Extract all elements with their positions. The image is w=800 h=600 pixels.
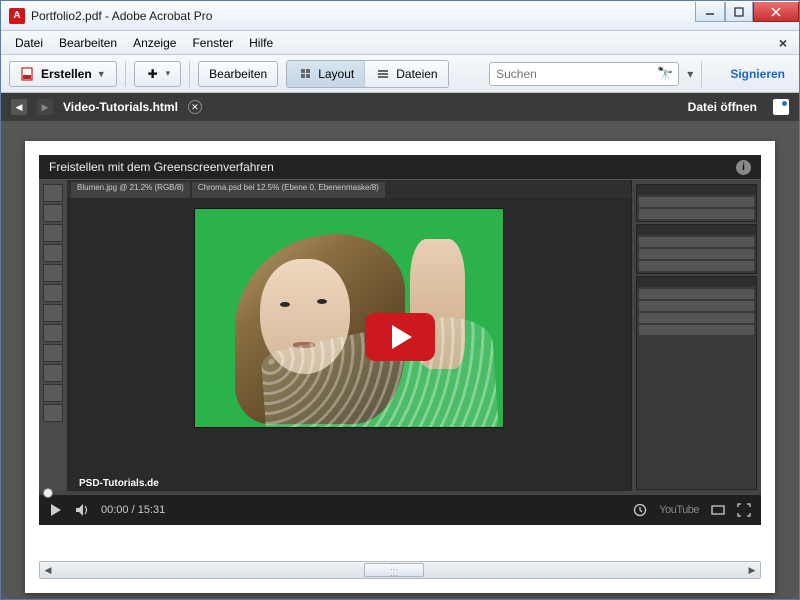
ps-tool-icon bbox=[43, 244, 63, 262]
search-options-caret[interactable]: ▾ bbox=[687, 67, 693, 81]
toolbar: Erstellen ▼ ✚ ▾ Bearbeiten Layout Dateie… bbox=[1, 55, 799, 93]
nav-prev-button[interactable]: ◀ bbox=[11, 99, 27, 115]
ps-tool-icon bbox=[43, 224, 63, 242]
greenscreen-canvas bbox=[194, 208, 504, 428]
window-title: Portfolio2.pdf - Adobe Acrobat Pro bbox=[31, 9, 695, 23]
open-file-icon[interactable] bbox=[773, 99, 789, 115]
content-area: Freistellen mit dem Greenscreenverfahren… bbox=[1, 121, 799, 599]
menubar-close-icon[interactable]: × bbox=[773, 35, 793, 51]
menu-edit[interactable]: Bearbeiten bbox=[51, 33, 125, 53]
close-button[interactable] bbox=[753, 2, 799, 22]
ps-tool-icon bbox=[43, 344, 63, 362]
menu-help[interactable]: Hilfe bbox=[241, 33, 281, 53]
fullscreen-icon[interactable] bbox=[737, 503, 751, 517]
video-watermark: PSD-Tutorials.de bbox=[79, 478, 159, 489]
plus-icon: ✚ bbox=[145, 66, 161, 82]
toolbar-separator bbox=[701, 61, 702, 87]
create-pdf-icon bbox=[20, 66, 36, 82]
menu-window[interactable]: Fenster bbox=[184, 33, 241, 53]
ps-tool-icon bbox=[43, 324, 63, 342]
tab-label[interactable]: Video-Tutorials.html bbox=[63, 100, 178, 114]
caret-down-icon: ▼ bbox=[97, 69, 106, 79]
page-footer bbox=[39, 525, 761, 555]
edit-button[interactable]: Bearbeiten bbox=[198, 61, 278, 87]
play-control-button[interactable] bbox=[49, 503, 63, 517]
ps-doc-tab: Chroma.psd bei 12.5% (Ebene 0, Ebenenmas… bbox=[192, 182, 385, 198]
layout-grid-icon bbox=[297, 66, 313, 82]
ps-panel bbox=[636, 184, 757, 222]
photoshop-main: Blumen.jpg @ 21.2% (RGB/8) Chroma.psd be… bbox=[67, 180, 631, 494]
ps-tool-icon bbox=[43, 184, 63, 202]
video-header: Freistellen mit dem Greenscreenverfahren… bbox=[39, 155, 761, 179]
horizontal-scrollbar[interactable]: ◀ ▶ bbox=[39, 561, 761, 579]
layout-label: Layout bbox=[318, 67, 354, 81]
create-label: Erstellen bbox=[41, 67, 92, 81]
photoshop-panels bbox=[631, 180, 761, 494]
ps-layers-panel bbox=[636, 276, 757, 490]
toolbar-separator bbox=[125, 61, 126, 87]
video-info-icon[interactable]: i bbox=[736, 160, 751, 175]
layout-view-button[interactable]: Layout bbox=[287, 61, 365, 87]
ps-tool-icon bbox=[43, 204, 63, 222]
ps-tool-icon bbox=[43, 264, 63, 282]
menubar: Datei Bearbeiten Anzeige Fenster Hilfe × bbox=[1, 31, 799, 55]
video-controls: 00:00 / 15:31 YouTube bbox=[39, 495, 761, 525]
video-time: 00:00 / 15:31 bbox=[101, 504, 165, 516]
ps-tool-icon bbox=[43, 364, 63, 382]
files-view-button[interactable]: Dateien bbox=[365, 61, 447, 87]
tab-close-icon[interactable]: ✕ bbox=[188, 100, 202, 114]
titlebar: A Portfolio2.pdf - Adobe Acrobat Pro bbox=[1, 1, 799, 31]
ps-tool-icon bbox=[43, 304, 63, 322]
minimize-button[interactable] bbox=[695, 2, 725, 22]
video-progress-track[interactable] bbox=[39, 491, 761, 495]
document-tabbar: ◀ ▶ Video-Tutorials.html ✕ Datei öffnen bbox=[1, 93, 799, 121]
view-mode-group: Layout Dateien bbox=[286, 60, 448, 88]
open-file-button[interactable]: Datei öffnen bbox=[688, 100, 757, 114]
photoshop-doc-tabs: Blumen.jpg @ 21.2% (RGB/8) Chroma.psd be… bbox=[67, 180, 631, 198]
photoshop-toolbar bbox=[39, 180, 67, 494]
menu-file[interactable]: Datei bbox=[7, 33, 51, 53]
menu-view[interactable]: Anzeige bbox=[125, 33, 184, 53]
scroll-thumb[interactable] bbox=[364, 563, 424, 577]
scroll-right-icon[interactable]: ▶ bbox=[744, 565, 760, 576]
scroll-left-icon[interactable]: ◀ bbox=[40, 565, 56, 576]
video-progress-knob[interactable] bbox=[43, 488, 53, 498]
ps-tool-icon bbox=[43, 404, 63, 422]
video-title: Freistellen mit dem Greenscreenverfahren bbox=[49, 160, 274, 174]
pdf-page: Freistellen mit dem Greenscreenverfahren… bbox=[25, 141, 775, 593]
acrobat-icon: A bbox=[9, 8, 25, 24]
files-label: Dateien bbox=[396, 67, 437, 81]
video-thumbnail: Blumen.jpg @ 21.2% (RGB/8) Chroma.psd be… bbox=[39, 179, 761, 495]
search-wrap: 🔭 bbox=[489, 62, 673, 86]
files-list-icon bbox=[375, 66, 391, 82]
toolbar-separator bbox=[189, 61, 190, 87]
ps-tool-icon bbox=[43, 384, 63, 402]
watch-later-icon[interactable] bbox=[633, 503, 647, 517]
theater-mode-icon[interactable] bbox=[711, 503, 725, 517]
edit-label: Bearbeiten bbox=[209, 67, 267, 81]
youtube-logo[interactable]: YouTube bbox=[659, 504, 699, 516]
play-button[interactable] bbox=[365, 313, 435, 361]
app-window: A Portfolio2.pdf - Adobe Acrobat Pro Dat… bbox=[0, 0, 800, 600]
search-input[interactable] bbox=[489, 62, 679, 86]
ps-doc-tab: Blumen.jpg @ 21.2% (RGB/8) bbox=[71, 182, 190, 198]
caret-down-icon: ▾ bbox=[166, 68, 171, 79]
ps-panel bbox=[636, 224, 757, 274]
nav-next-button[interactable]: ▶ bbox=[37, 99, 53, 115]
window-controls bbox=[695, 2, 799, 22]
volume-button[interactable] bbox=[75, 503, 89, 517]
maximize-button[interactable] bbox=[725, 2, 753, 22]
create-button[interactable]: Erstellen ▼ bbox=[9, 61, 117, 87]
sign-button[interactable]: Signieren bbox=[724, 67, 791, 81]
video-player: Freistellen mit dem Greenscreenverfahren… bbox=[39, 155, 761, 525]
photoshop-canvas-area: PSD-Tutorials.de bbox=[67, 198, 631, 494]
customize-button[interactable]: ✚ ▾ bbox=[134, 61, 182, 87]
ps-tool-icon bbox=[43, 284, 63, 302]
